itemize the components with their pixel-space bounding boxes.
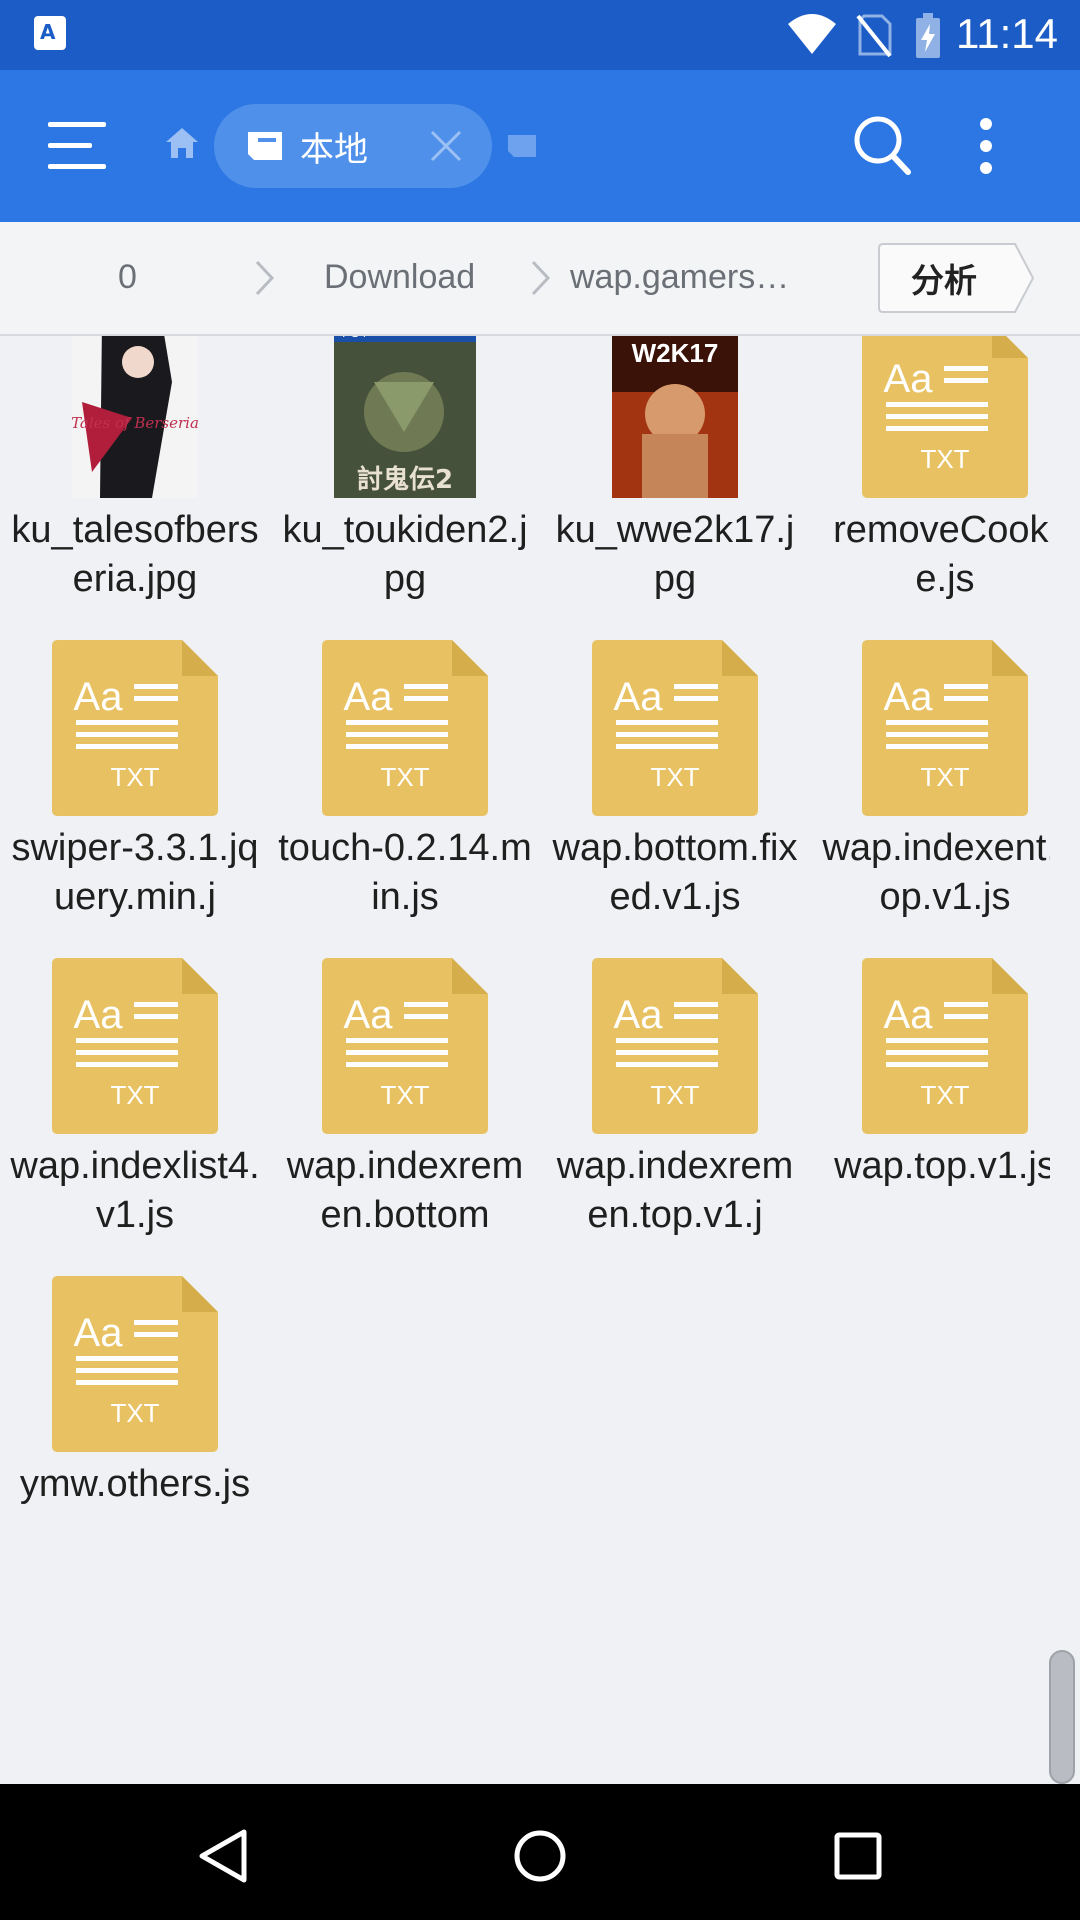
file-name: ku_wwe2k17.jpg xyxy=(555,509,795,600)
file-item[interactable]: Aa TXT wap.bottom.fixed.v1.js xyxy=(540,630,810,948)
image-thumbnail: PS4 討鬼伝2 xyxy=(334,336,476,502)
txt-icon-glyph: Aa xyxy=(884,993,934,1037)
txt-icon-glyph: Aa xyxy=(884,675,934,719)
scrollbar-handle[interactable] xyxy=(1049,1650,1075,1784)
file-item[interactable]: Aa TXT wap.indexremen.top.v1.j xyxy=(540,948,810,1266)
txt-badge: TXT xyxy=(380,762,429,792)
file-name: swiper-3.3.1.jquery.min.j xyxy=(11,827,259,918)
image-thumbnail: W2K17 xyxy=(612,336,738,502)
txt-badge: TXT xyxy=(920,1080,969,1110)
txt-badge: TXT xyxy=(650,762,699,792)
txt-icon-glyph: Aa xyxy=(884,357,934,401)
home-icon[interactable] xyxy=(164,126,200,160)
txt-file-icon: Aa TXT xyxy=(862,640,1028,820)
file-name: ku_toukiden2.jpg xyxy=(282,509,528,600)
file-item[interactable]: PS4 討鬼伝2 ku_toukiden2.jpg xyxy=(270,336,540,630)
file-name: wap.indexent.top.v1.js xyxy=(822,827,1050,918)
file-item[interactable]: Aa TXT wap.top.v1.js xyxy=(810,948,1050,1266)
txt-badge: TXT xyxy=(110,1398,159,1428)
txt-file-icon: Aa TXT xyxy=(322,958,488,1138)
thumb-text: PS4 xyxy=(342,336,367,340)
app-notification-icon: A xyxy=(34,16,66,50)
file-name: wap.indexremen.top.v1.j xyxy=(556,1145,794,1236)
txt-badge: TXT xyxy=(920,762,969,792)
tab-label: 本地 xyxy=(300,130,368,170)
tab-local[interactable]: 本地 xyxy=(214,104,492,188)
storage-icon xyxy=(248,132,282,160)
txt-icon-glyph: Aa xyxy=(344,675,394,719)
txt-icon-glyph: Aa xyxy=(614,675,664,719)
txt-file-icon: Aa TXT xyxy=(322,640,488,820)
file-name: ymw.others.js xyxy=(19,1463,251,1505)
file-item[interactable]: Aa TXT swiper-3.3.1.jquery.min.j xyxy=(0,630,270,948)
file-item[interactable]: Aa TXT wap.indexent.top.v1.js xyxy=(810,630,1050,948)
toolbar: 本地 xyxy=(0,70,1080,222)
txt-badge: TXT xyxy=(920,444,969,474)
txt-badge: TXT xyxy=(380,1080,429,1110)
breadcrumb-item[interactable]: Download xyxy=(324,258,475,297)
txt-file-icon: Aa TXT xyxy=(52,640,218,820)
file-item[interactable]: Aa TXT removeCookie.js xyxy=(810,336,1050,630)
navigation-bar xyxy=(0,1784,1080,1920)
search-icon[interactable] xyxy=(852,114,912,176)
thumb-text: W2K17 xyxy=(632,338,719,368)
analyze-button[interactable]: 分析 xyxy=(877,242,1035,313)
chevron-right-icon xyxy=(531,260,551,296)
txt-icon-glyph: Aa xyxy=(344,993,394,1037)
txt-icon-glyph: Aa xyxy=(74,1311,124,1355)
more-vert-icon[interactable] xyxy=(976,116,996,176)
recents-icon[interactable] xyxy=(834,1832,882,1880)
file-name: wap.indexremen.bottom xyxy=(286,1145,524,1236)
file-item[interactable]: Aa TXT touch-0.2.14.min.js xyxy=(270,630,540,948)
txt-icon-glyph: Aa xyxy=(74,675,124,719)
window-icon[interactable] xyxy=(505,132,539,160)
wifi-icon xyxy=(788,14,836,54)
file-grid: 仁王ku_nioh.jpgku_residentevilbiohazardku_… xyxy=(0,336,1050,1784)
txt-icon-glyph: Aa xyxy=(74,993,124,1037)
menu-icon[interactable] xyxy=(48,122,106,170)
txt-file-icon: Aa TXT xyxy=(52,958,218,1138)
txt-icon-glyph: Aa xyxy=(614,993,664,1037)
txt-badge: TXT xyxy=(110,762,159,792)
file-item[interactable]: W2K17 ku_wwe2k17.jpg xyxy=(540,336,810,630)
breadcrumb: 0 Download wap.gamers… 分析 xyxy=(0,222,1080,336)
txt-file-icon: Aa TXT xyxy=(52,1276,218,1456)
thumb-text: Tales of Berseria xyxy=(72,414,198,432)
file-name: wap.indexlist4.v1.js xyxy=(10,1145,260,1236)
file-name: wap.top.v1.js xyxy=(834,1145,1050,1187)
thumb-text: 討鬼伝2 xyxy=(357,464,453,495)
back-icon[interactable] xyxy=(196,1828,250,1884)
no-sim-icon xyxy=(856,14,892,58)
file-item[interactable]: Aa TXT wap.indexlist4.v1.js xyxy=(0,948,270,1266)
clock: 11:14 xyxy=(956,10,1058,57)
file-name: touch-0.2.14.min.js xyxy=(278,827,532,918)
chevron-right-icon xyxy=(255,260,275,296)
file-name: removeCookie.js xyxy=(833,509,1050,600)
file-item[interactable]: Aa TXT ymw.others.js xyxy=(0,1266,270,1584)
breadcrumb-item[interactable]: wap.gamers… xyxy=(570,258,789,297)
status-bar: A 11:14 xyxy=(0,0,1080,70)
file-item[interactable]: Tales of Berseria ku_talesofberseria.jpg xyxy=(0,336,270,630)
image-thumbnail: Tales of Berseria xyxy=(71,336,199,502)
txt-file-icon: Aa TXT xyxy=(862,336,1028,502)
analyze-label: 分析 xyxy=(911,261,977,300)
file-item[interactable]: Aa TXT wap.indexremen.bottom xyxy=(270,948,540,1266)
txt-file-icon: Aa TXT xyxy=(862,958,1028,1138)
close-icon[interactable] xyxy=(428,128,464,164)
breadcrumb-item[interactable]: 0 xyxy=(118,258,137,297)
txt-badge: TXT xyxy=(650,1080,699,1110)
file-name: ku_talesofberseria.jpg xyxy=(11,509,259,600)
battery-charging-icon xyxy=(916,13,940,58)
home-circle-icon[interactable] xyxy=(512,1828,568,1884)
txt-file-icon: Aa TXT xyxy=(592,640,758,820)
file-name: wap.bottom.fixed.v1.js xyxy=(552,827,798,918)
txt-file-icon: Aa TXT xyxy=(592,958,758,1138)
txt-badge: TXT xyxy=(110,1080,159,1110)
